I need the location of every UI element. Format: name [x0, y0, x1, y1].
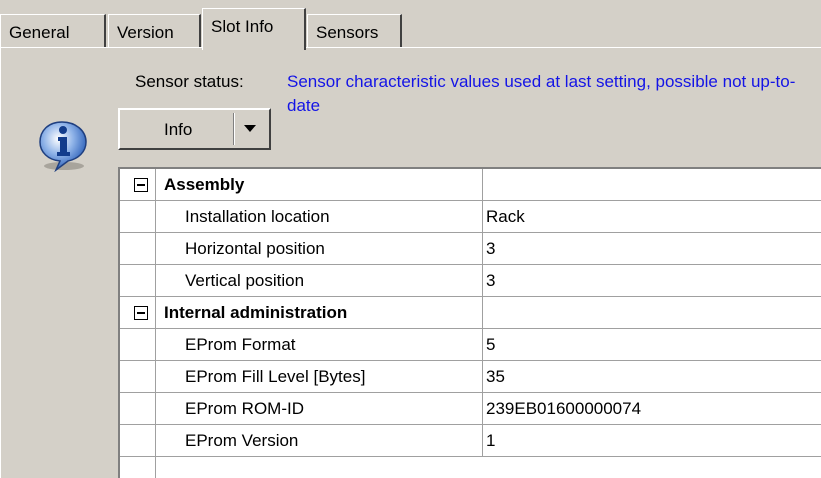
chevron-down-icon[interactable]: [244, 125, 256, 132]
property-name: EProm ROM-ID: [185, 399, 304, 418]
column-divider: [482, 425, 483, 456]
info-icon: [39, 121, 87, 172]
tab-strip: General Version Slot Info Sensors: [0, 0, 821, 50]
tab-label: Sensors: [316, 23, 379, 42]
property-row[interactable]: Horizontal position 3: [120, 233, 821, 265]
column-divider: [482, 201, 483, 232]
property-name: Vertical position: [185, 271, 305, 290]
property-row[interactable]: EProm ROM-ID 239EB01600000074: [120, 393, 821, 425]
tab-sensors[interactable]: Sensors: [307, 14, 402, 48]
tab-version[interactable]: Version: [108, 14, 201, 48]
column-divider: [482, 329, 483, 360]
category-name: Internal administration: [164, 303, 348, 322]
category-row-internal-administration[interactable]: Internal administration: [120, 297, 821, 329]
property-name: Horizontal position: [185, 239, 325, 258]
column-divider: [482, 233, 483, 264]
collapse-icon[interactable]: [134, 178, 148, 192]
property-value[interactable]: 35: [486, 361, 505, 392]
tab-label: Version: [117, 23, 174, 42]
tab-label: Slot Info: [211, 17, 274, 36]
property-name: EProm Version: [185, 431, 299, 450]
column-divider: [482, 169, 483, 200]
property-value[interactable]: Rack: [486, 201, 525, 232]
tab-divider: [0, 47, 821, 48]
category-name: Assembly: [164, 175, 245, 194]
property-grid: Assembly Installation location Rack Hori…: [118, 167, 821, 478]
property-row[interactable]: EProm Format 5: [120, 329, 821, 361]
dropdown-separator: [233, 113, 235, 145]
property-value[interactable]: 239EB01600000074: [486, 393, 641, 424]
property-row[interactable]: EProm Version 1: [120, 425, 821, 457]
property-name: Installation location: [185, 207, 330, 226]
sensor-status-label: Sensor status:: [135, 72, 244, 91]
property-value[interactable]: 3: [486, 233, 495, 264]
tab-slot-info[interactable]: Slot Info: [202, 8, 306, 50]
property-row[interactable]: Installation location Rack: [120, 201, 821, 233]
column-divider: [482, 297, 483, 328]
property-row[interactable]: Vertical position 3: [120, 265, 821, 297]
property-row[interactable]: EProm Fill Level [Bytes] 35: [120, 361, 821, 393]
property-name: EProm Fill Level [Bytes]: [185, 367, 366, 386]
tab-general[interactable]: General: [0, 14, 106, 48]
info-dropdown[interactable]: Info: [118, 108, 271, 150]
property-name: EProm Format: [185, 335, 296, 354]
property-value[interactable]: 1: [486, 425, 495, 456]
sensor-status-text: Sensor characteristic values used at las…: [287, 72, 796, 115]
property-value[interactable]: 5: [486, 329, 495, 360]
column-divider: [482, 393, 483, 424]
column-divider: [482, 265, 483, 296]
column-divider: [482, 361, 483, 392]
info-dropdown-label: Info: [164, 120, 193, 139]
collapse-icon[interactable]: [134, 306, 148, 320]
property-value[interactable]: 3: [486, 265, 495, 296]
category-row-assembly[interactable]: Assembly: [120, 169, 821, 201]
tab-label: General: [9, 23, 70, 42]
